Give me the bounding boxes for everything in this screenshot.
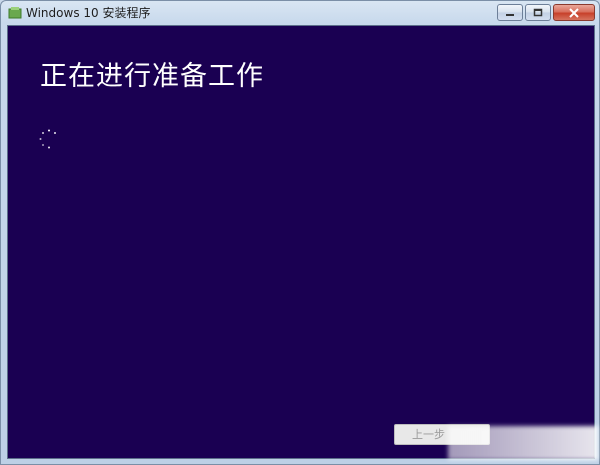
minimize-button[interactable] bbox=[497, 4, 523, 21]
title-bar[interactable]: Windows 10 安装程序 bbox=[1, 1, 599, 25]
loading-spinner-icon bbox=[39, 129, 56, 149]
minimize-icon bbox=[506, 13, 514, 16]
close-icon bbox=[569, 7, 579, 18]
restore-icon bbox=[533, 8, 543, 17]
close-button[interactable] bbox=[553, 4, 595, 21]
setup-app-icon bbox=[8, 7, 22, 19]
restore-button[interactable] bbox=[525, 4, 551, 21]
setup-content-area: 正在进行准备工作 上一步 bbox=[7, 25, 598, 460]
window-title: Windows 10 安装程序 bbox=[26, 6, 151, 20]
caption-buttons bbox=[497, 4, 595, 21]
page-title: 正在进行准备工作 bbox=[40, 61, 264, 92]
setup-window: Windows 10 安装程序 正在进行准备工作 上一步 bbox=[0, 0, 600, 465]
watermark-overlay bbox=[448, 426, 598, 460]
